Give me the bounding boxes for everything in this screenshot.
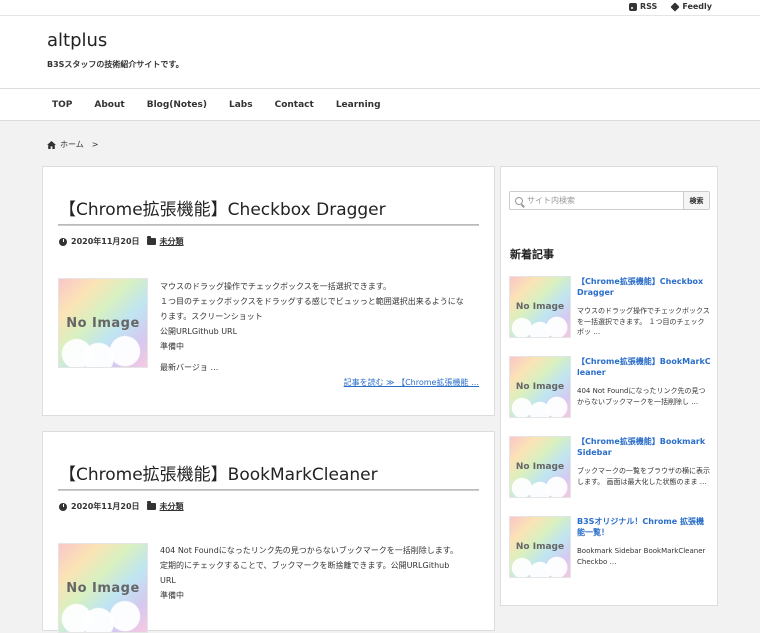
breadcrumb-separator: > — [91, 140, 99, 149]
recent-post-thumbnail[interactable]: No Image — [509, 276, 571, 338]
post-excerpt: 404 Not Foundになったリンク先の見つからないブックマークを一括削除し… — [160, 543, 482, 603]
post-meta: 2020年11月20日 未分類 — [59, 501, 184, 512]
home-icon — [47, 140, 56, 149]
excerpt-line: 定期的にチェックすることで、ブックマークを断捨離できます。公開URLGithub — [160, 561, 450, 570]
breadcrumb: ホーム > — [47, 139, 98, 150]
no-image-label: No Image — [515, 542, 565, 552]
sidebar: サイト内検索 検索 新着記事 No Image 【Chrome拡張機能】Chec… — [500, 166, 718, 606]
post-card: 【Chrome拡張機能】Checkbox Dragger 2020年11月20日… — [42, 166, 495, 416]
recent-post-title[interactable]: 【Chrome拡張機能】Bookmark Sidebar — [577, 436, 711, 458]
nav-item-about[interactable]: About — [83, 100, 135, 110]
no-image-label: No Image — [66, 315, 140, 331]
global-nav: TOP About Blog(Notes) Labs Contact Learn… — [0, 88, 760, 121]
recent-post-item[interactable]: No Image 【Chrome拡張機能】Bookmark Sidebar ブッ… — [509, 436, 712, 506]
post-title[interactable]: 【Chrome拡張機能】BookMarkCleaner — [59, 460, 378, 485]
no-image-label: No Image — [66, 580, 140, 596]
folder-icon — [146, 236, 156, 245]
post-date: 2020年11月20日 — [71, 502, 140, 511]
post-meta: 2020年11月20日 未分類 — [59, 236, 184, 247]
rss-link[interactable]: RSS — [628, 2, 658, 11]
read-more-link[interactable]: 記事を読む ≫ 【Chrome拡張機能 … — [344, 377, 479, 388]
clock-icon — [59, 237, 67, 246]
no-image-label: No Image — [515, 462, 565, 472]
excerpt-line: 準備中 — [160, 591, 184, 600]
site-search: サイト内検索 検索 — [509, 191, 710, 210]
feedly-link[interactable]: Feedly — [670, 1, 712, 12]
post-category[interactable]: 未分類 — [160, 501, 184, 512]
recent-post-item[interactable]: No Image 【Chrome拡張機能】BookMarkCleaner 404… — [509, 356, 712, 426]
nav-item-contact[interactable]: Contact — [264, 100, 325, 110]
excerpt-line: 404 Not Foundになったリンク先の見つからないブックマークを一括削除し… — [160, 546, 458, 555]
recent-post-title[interactable]: B3Sオリジナル！Chrome 拡張機能一覧！ — [577, 516, 711, 538]
post-thumbnail[interactable]: No Image — [58, 543, 148, 633]
recent-posts-heading: 新着記事 — [510, 248, 554, 261]
post-card: 【Chrome拡張機能】BookMarkCleaner 2020年11月20日 … — [42, 431, 495, 633]
site-header: altplus B3Sスタッフの技術紹介サイトです。 — [0, 16, 760, 88]
search-input[interactable]: サイト内検索 — [510, 192, 683, 209]
post-category[interactable]: 未分類 — [160, 236, 184, 247]
feedly-label: Feedly — [682, 2, 712, 11]
rss-label: RSS — [639, 2, 658, 11]
no-image-label: No Image — [515, 302, 565, 312]
clock-icon — [59, 502, 67, 511]
recent-post-thumbnail[interactable]: No Image — [509, 356, 571, 418]
breadcrumb-home[interactable]: ホーム — [60, 139, 84, 150]
site-description: B3Sスタッフの技術紹介サイトです。 — [47, 60, 184, 69]
recent-post-excerpt: Bookmark Sidebar BookMarkCleaner Checkbo… — [577, 547, 706, 566]
title-divider — [58, 489, 479, 491]
recent-post-title[interactable]: 【Chrome拡張機能】BookMarkCleaner — [577, 356, 711, 378]
nav-item-top[interactable]: TOP — [41, 100, 83, 110]
search-button[interactable]: 検索 — [683, 192, 709, 209]
excerpt-line: URL — [160, 576, 176, 585]
nav-item-labs[interactable]: Labs — [218, 100, 264, 110]
excerpt-line: 準備中 — [160, 342, 184, 351]
recent-post-item[interactable]: No Image 【Chrome拡張機能】Checkbox Dragger マウ… — [509, 276, 712, 346]
recent-post-thumbnail[interactable]: No Image — [509, 436, 571, 498]
recent-post-thumbnail[interactable]: No Image — [509, 516, 571, 578]
feed-links: RSS Feedly — [628, 1, 712, 12]
recent-post-excerpt: 404 Not Foundになったリンク先の見つからないブックマークを一括削除し… — [577, 387, 706, 406]
excerpt-line: マウスのドラッグ操作でチェックボックスを一括選択できます。 — [160, 282, 391, 291]
no-image-label: No Image — [515, 382, 565, 392]
post-thumbnail[interactable]: No Image — [58, 278, 148, 368]
post-excerpt: マウスのドラッグ操作でチェックボックスを一括選択できます。 １つ目のチェックボッ… — [160, 279, 482, 375]
excerpt-line: １つ目のチェックボックスをドラッグする感じでビュッっと範囲選択出来るようにな — [160, 297, 464, 306]
folder-icon — [146, 501, 156, 510]
site-title[interactable]: altplus — [47, 30, 107, 51]
nav-item-blog[interactable]: Blog(Notes) — [136, 100, 218, 110]
top-utility-bar: RSS Feedly — [0, 0, 760, 16]
excerpt-line: 公開URLGithub URL — [160, 327, 238, 336]
excerpt-line: ります。スクリーンショット — [160, 312, 263, 321]
recent-post-excerpt: ブックマークの一覧をブラウザの横に表示します。 画面は最大化した状態のまま … — [577, 467, 710, 486]
post-title[interactable]: 【Chrome拡張機能】Checkbox Dragger — [59, 195, 386, 220]
search-icon — [515, 196, 523, 205]
rss-icon — [628, 2, 637, 11]
recent-post-title[interactable]: 【Chrome拡張機能】Checkbox Dragger — [577, 276, 711, 298]
title-divider — [58, 224, 479, 226]
search-placeholder: サイト内検索 — [527, 196, 575, 205]
recent-post-excerpt: マウスのドラッグ操作でチェックボックスを一括選択できます。 １つ目のチェックボッ… — [577, 307, 710, 336]
post-date: 2020年11月20日 — [71, 237, 140, 246]
nav-item-learning[interactable]: Learning — [325, 100, 392, 110]
recent-post-item[interactable]: No Image B3Sオリジナル！Chrome 拡張機能一覧！ Bookmar… — [509, 516, 712, 586]
excerpt-line: 最新バージョ … — [160, 363, 219, 372]
feedly-icon — [670, 1, 680, 12]
